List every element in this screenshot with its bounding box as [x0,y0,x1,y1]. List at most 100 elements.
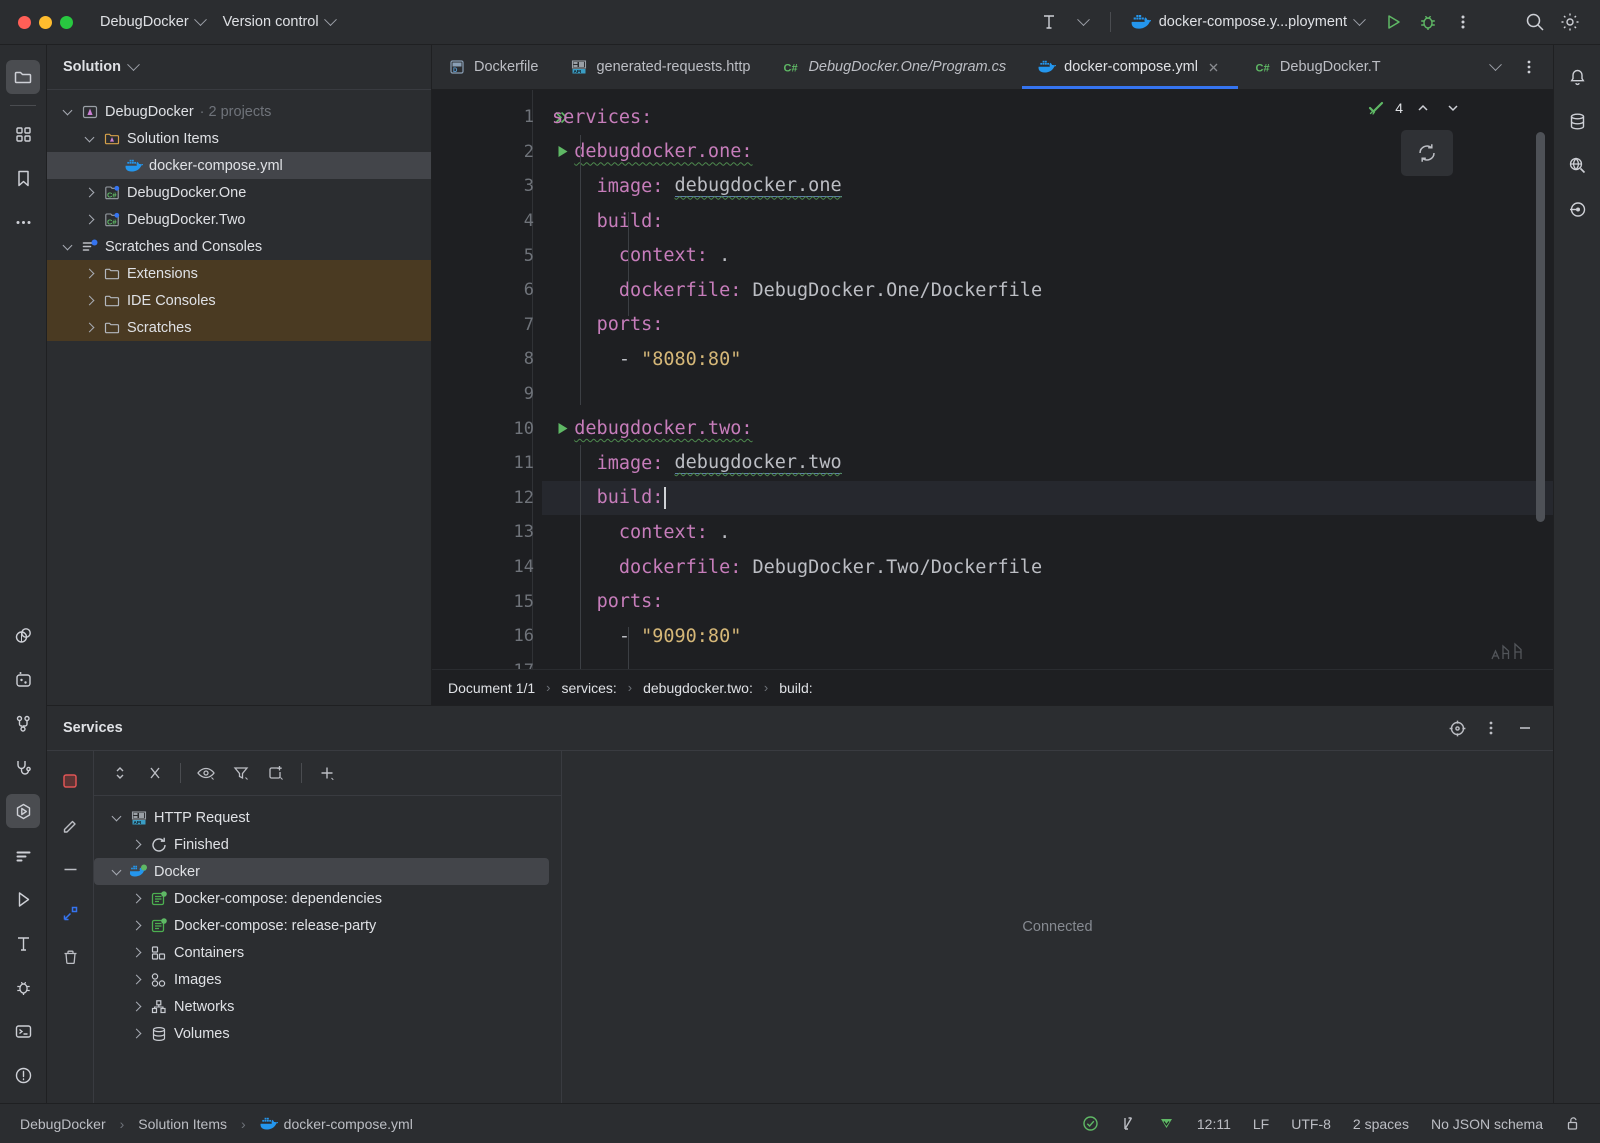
editor-tab[interactable]: docker-compose.yml [1022,45,1238,89]
editor-tab[interactable]: API generated-requests.http [554,45,766,89]
sidebar-item-notifications-problem[interactable] [6,1058,40,1092]
chevron-right-icon[interactable] [128,1028,144,1039]
version-control-menu-button[interactable]: Version control [214,9,344,35]
code-content[interactable]: services: debugdocker.one: image: debugd… [542,90,1553,669]
chevron-right-icon[interactable] [81,268,97,279]
run-button[interactable] [1377,6,1409,38]
solution-tree-item[interactable]: Scratches [47,314,431,341]
solution-tree-item[interactable]: DebugDocker · 2 projects [47,98,431,125]
code-line[interactable] [542,377,1553,412]
unlocked-icon[interactable] [1559,1112,1588,1135]
code-line[interactable]: dockerfile: DebugDocker.Two/Dockerfile [542,550,1553,585]
code-line[interactable]: image: debugdocker.two [542,446,1553,481]
services-tree-item[interactable]: Volumes [94,1020,561,1047]
inspections-ok-icon[interactable] [1076,1112,1105,1135]
code-line[interactable]: dockerfile: DebugDocker.One/Dockerfile [542,273,1553,308]
editor-vertical-scrollbar[interactable] [1536,132,1545,522]
line-number[interactable]: 13 [432,515,542,550]
services-tree-item[interactable]: Networks [94,993,561,1020]
chevron-down-icon[interactable] [81,132,97,144]
solution-tree-item[interactable]: IDE Consoles [47,287,431,314]
solution-tree-item[interactable]: docker-compose.yml [47,152,431,179]
line-number[interactable]: 9 [432,377,542,412]
sidebar-item-endpoints[interactable] [6,750,40,784]
services-tree-item[interactable]: Docker [94,858,549,885]
code-line[interactable]: debugdocker.two: [542,411,1553,446]
more-actions-button[interactable] [1447,6,1479,38]
code-line[interactable]: - "9090:80" [542,619,1553,654]
status-breadcrumb[interactable]: DebugDocker › Solution Items › docker-compos… [14,1112,419,1136]
chevron-right-icon[interactable] [128,947,144,958]
sidebar-item-project[interactable] [6,60,40,94]
database-button[interactable] [1560,104,1594,138]
breadcrumb[interactable]: Document 1/1 › services: › debugdocker.two: ›… [432,669,1553,705]
breadcrumb-item[interactable]: services: [558,678,621,698]
line-number[interactable]: 12 [432,481,542,516]
sidebar-item-services[interactable] [6,794,40,828]
editor-tab[interactable]: C# DebugDocker.One/Program.cs [766,45,1022,89]
sidebar-item-debug[interactable] [6,970,40,1004]
code-viewport[interactable]: 1 2 3 4 5 6 7 8 9 10 11 12 13 14 15 16 17 services: d… [432,90,1553,669]
solution-tree-item[interactable]: C# DebugDocker.One [47,179,431,206]
debug-button[interactable] [1412,6,1444,38]
sidebar-item-commit[interactable] [6,117,40,151]
notifications-button[interactable] [1560,60,1594,94]
line-number[interactable]: 2 [432,135,568,170]
next-problem-button[interactable] [1443,98,1463,118]
refresh-button[interactable] [1401,130,1453,176]
line-number[interactable]: 1 [432,100,568,135]
close-window-button[interactable] [18,15,31,29]
editor-tab-more-button[interactable] [1513,51,1545,83]
code-line[interactable]: build: [542,480,1553,516]
json-schema-selector[interactable]: No JSON schema [1425,1113,1549,1135]
collapse-button[interactable] [53,852,87,886]
sidebar-item-terminal[interactable] [6,1014,40,1048]
line-separator[interactable]: LF [1247,1113,1275,1135]
breadcrumb-item[interactable]: build: [775,678,816,698]
chevron-right-icon[interactable] [81,322,97,333]
code-line[interactable]: - "8080:80" [542,342,1553,377]
preview-eye-icon[interactable] [190,757,222,789]
code-line[interactable]: ports: [542,584,1553,619]
status-breadcrumb-item[interactable]: Solution Items [132,1113,233,1135]
sidebar-item-version-control[interactable] [6,706,40,740]
indent-setting[interactable]: 2 spaces [1347,1113,1415,1135]
chevron-right-icon[interactable] [128,893,144,904]
add-service-button[interactable] [311,757,343,789]
chevron-right-icon[interactable] [128,1001,144,1012]
line-number[interactable]: 7 [432,308,542,343]
inspection-widget[interactable]: 4 [1367,98,1463,118]
previous-problem-button[interactable] [1413,98,1433,118]
sidebar-item-run[interactable] [6,882,40,916]
window-controls[interactable] [0,15,91,29]
chevron-down-icon[interactable] [108,811,124,823]
feature-branch-icon[interactable] [1115,1112,1142,1135]
line-number[interactable]: 14 [432,550,542,585]
chevron-right-icon[interactable] [128,974,144,985]
breadcrumb-item[interactable]: debugdocker.two: [639,678,757,698]
tab-list-chevron-icon[interactable] [1479,51,1511,83]
solution-tree[interactable]: DebugDocker · 2 projects Solution Items do… [47,90,431,705]
close-icon[interactable] [1206,59,1222,75]
line-number[interactable]: 10 [432,411,568,446]
editor-tab-bar[interactable]: D Dockerfile API generated-requests.http C# D… [432,45,1553,90]
services-more-button[interactable] [1475,712,1507,744]
solution-tree-item[interactable]: C# DebugDocker.Two [47,206,431,233]
run-configuration-selector[interactable]: docker-compose.y...ployment [1121,9,1374,35]
chevron-down-icon[interactable] [59,240,75,252]
edit-configuration-button[interactable] [53,808,87,842]
build-button[interactable] [1033,6,1065,38]
editor-tab[interactable]: C# DebugDocker.T [1238,45,1397,89]
services-tree-item[interactable]: Images [94,966,561,993]
settings-button[interactable] [1554,6,1586,38]
breadcrumb-item[interactable]: Document 1/1 [444,678,539,698]
line-number[interactable]: 15 [432,584,542,619]
services-tree[interactable]: API HTTP Request Finished Docker Docker-comp… [94,796,561,1103]
chevron-right-icon[interactable] [128,839,144,850]
chevron-down-icon[interactable] [59,105,75,117]
sidebar-item-more-tool-windows[interactable] [6,205,40,239]
services-tree-item[interactable]: API HTTP Request [94,804,561,831]
expand-button[interactable] [53,896,87,930]
sidebar-item-bookmarks[interactable] [6,161,40,195]
maximize-window-button[interactable] [60,15,73,29]
